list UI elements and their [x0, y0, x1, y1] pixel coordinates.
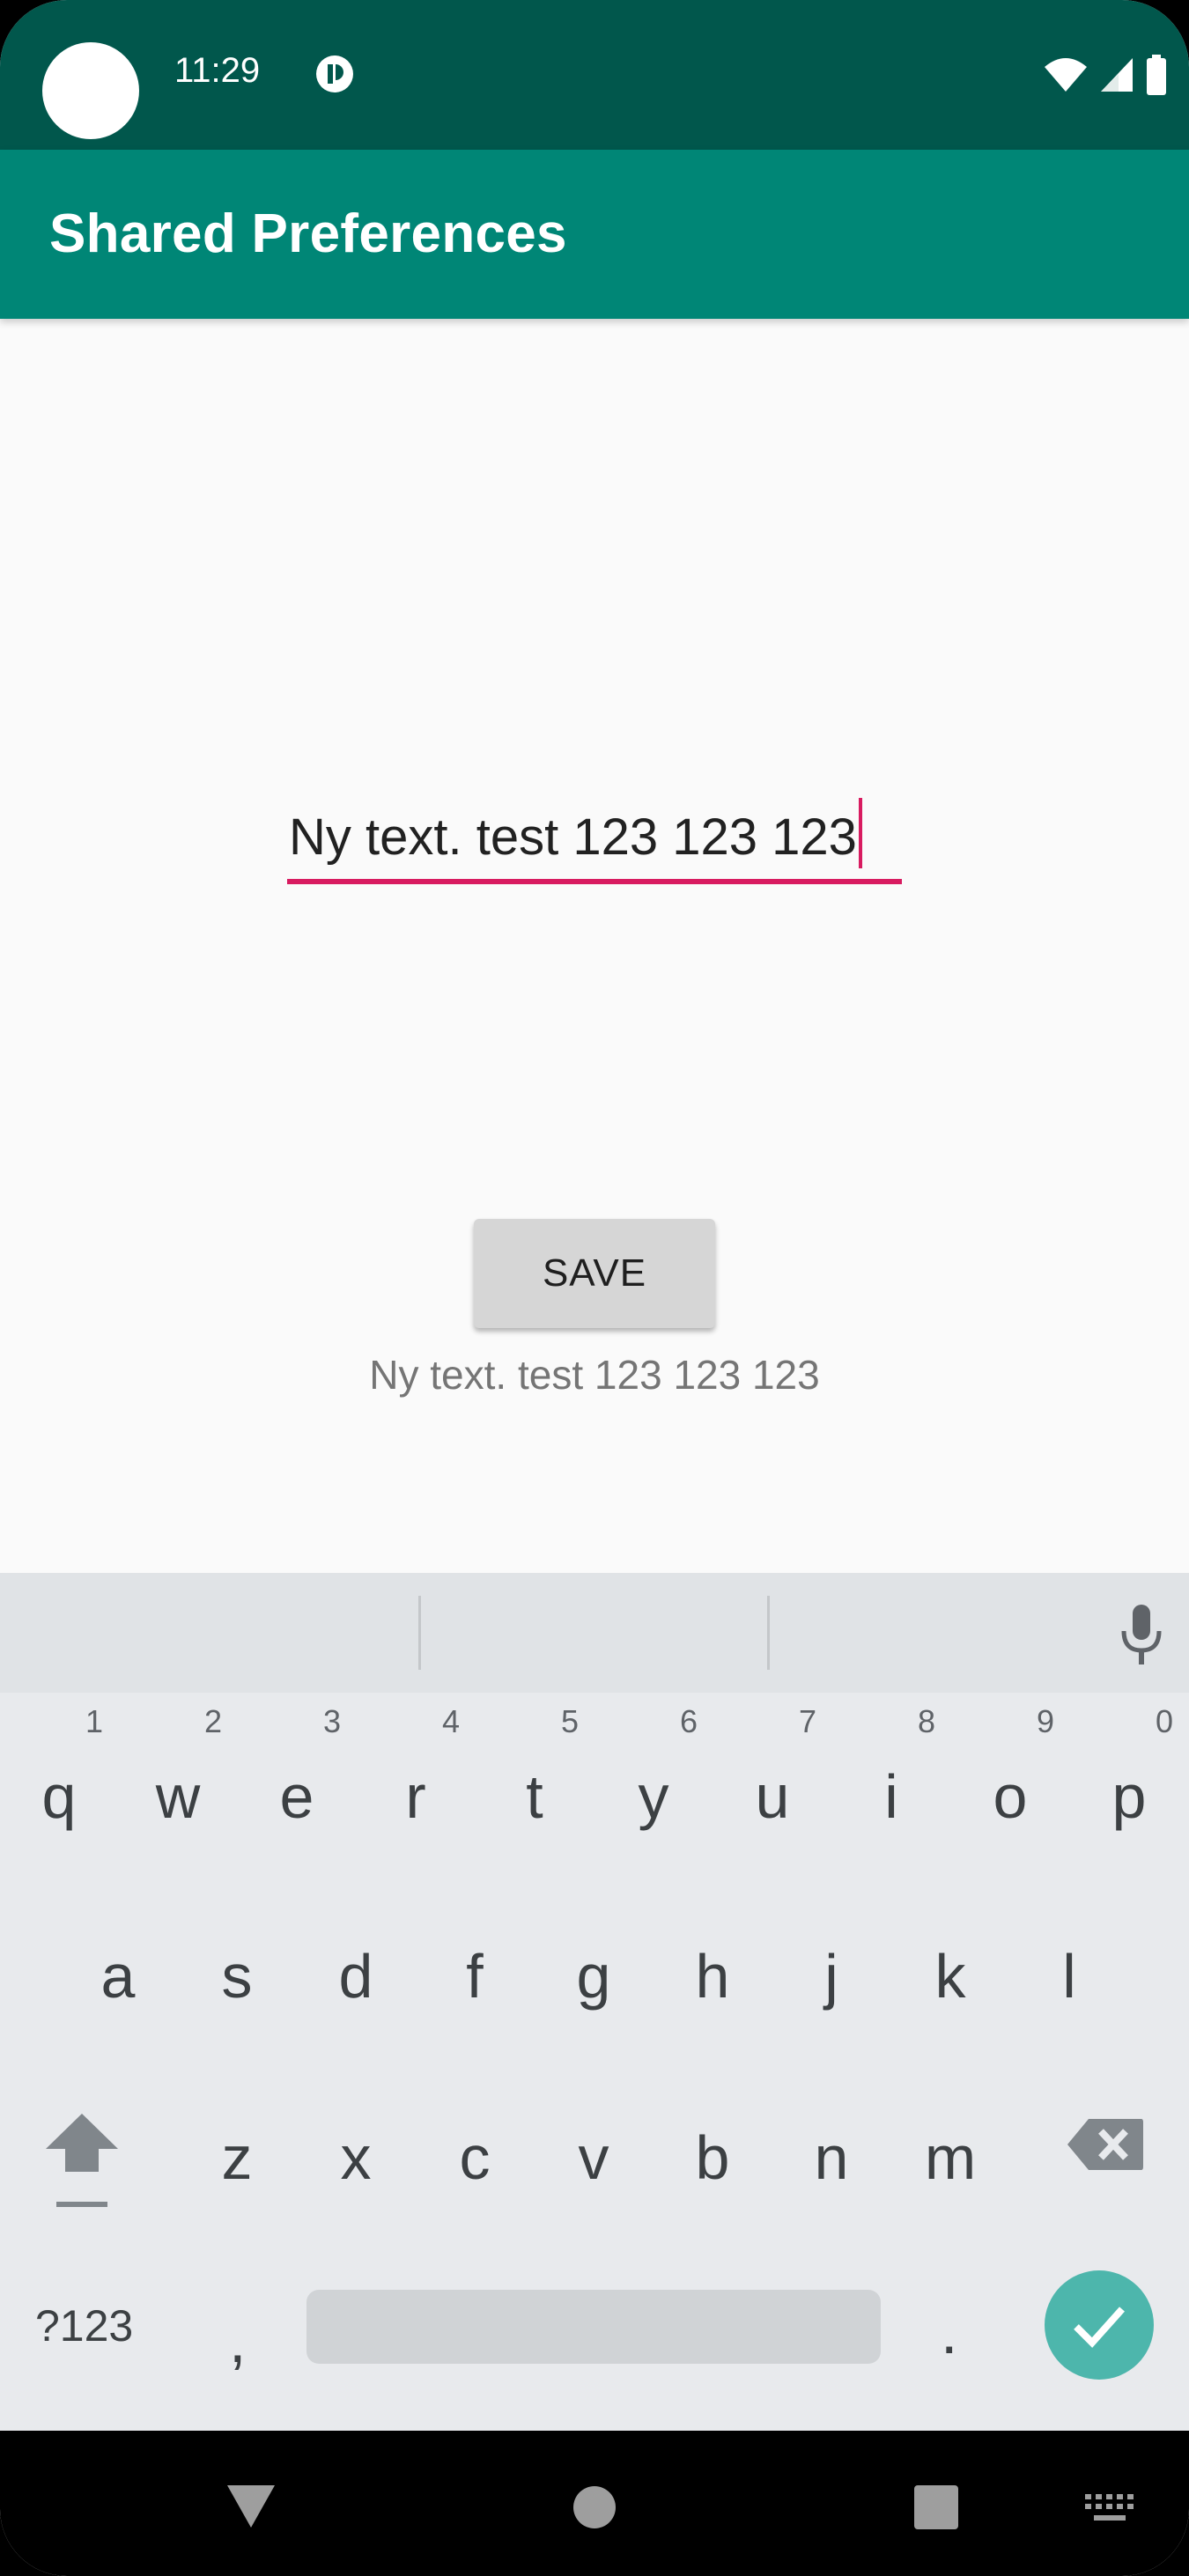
key-k[interactable]: k — [906, 1906, 994, 2038]
key-label: f — [466, 1942, 484, 2011]
key-label: l — [1062, 1942, 1076, 2011]
key-label: t — [526, 1762, 543, 1831]
key-label: w — [155, 1762, 201, 1831]
key-label: r — [405, 1762, 426, 1831]
recents-icon[interactable] — [914, 2485, 958, 2529]
key-hint: 8 — [917, 1703, 935, 1739]
phone-screen: 11:29 Shared Preferences Ny text. test 1… — [0, 0, 1189, 2576]
key-label: v — [578, 2123, 609, 2192]
text-input-underline — [287, 879, 902, 884]
key-label: o — [993, 1762, 1028, 1831]
key-y[interactable]: y6 — [609, 1703, 698, 1858]
key-e[interactable]: e3 — [253, 1703, 341, 1858]
key-label: z — [221, 2123, 253, 2192]
app-bar: Shared Preferences — [0, 150, 1189, 319]
save-button[interactable]: SAVE — [474, 1219, 715, 1328]
home-icon[interactable] — [572, 2485, 617, 2529]
key-i[interactable]: i8 — [847, 1703, 935, 1858]
key-hint: 4 — [441, 1703, 460, 1739]
key-label: c — [459, 2123, 491, 2192]
back-icon[interactable] — [225, 2484, 277, 2529]
front-camera — [42, 42, 139, 139]
spacebar[interactable] — [306, 2290, 881, 2364]
key-d[interactable]: d — [312, 1906, 400, 2038]
key-label: b — [695, 2123, 730, 2192]
comma-key[interactable]: , — [229, 2306, 246, 2376]
key-label: p — [1111, 1762, 1147, 1831]
key-g[interactable]: g — [550, 1906, 638, 2038]
suggestion-divider — [418, 1596, 421, 1670]
shift-icon[interactable] — [44, 2110, 120, 2211]
key-label: s — [221, 1942, 253, 2011]
key-u[interactable]: u7 — [728, 1703, 816, 1858]
key-f[interactable]: f — [431, 1906, 519, 2038]
key-o[interactable]: o9 — [966, 1703, 1054, 1858]
key-label: j — [824, 1942, 838, 2011]
key-hint: 2 — [203, 1703, 222, 1739]
text-input[interactable]: Ny text. test 123 123 123 — [287, 782, 902, 884]
key-hint: 1 — [85, 1703, 103, 1739]
key-hint: 0 — [1155, 1703, 1173, 1739]
key-label: k — [934, 1942, 966, 2011]
key-label: n — [814, 2123, 849, 2192]
key-label: m — [924, 2123, 977, 2192]
key-a[interactable]: a — [74, 1906, 162, 2038]
key-label: i — [884, 1762, 898, 1831]
status-bar: 11:29 — [0, 0, 1189, 150]
key-h[interactable]: h — [668, 1906, 757, 2038]
text-input-content[interactable]: Ny text. test 123 123 123 — [289, 808, 857, 866]
key-hint: 9 — [1036, 1703, 1054, 1739]
signal-icon — [1101, 58, 1133, 92]
key-label: q — [41, 1762, 77, 1831]
notification-icon — [316, 55, 353, 92]
key-hint: 3 — [322, 1703, 341, 1739]
key-l[interactable]: l — [1025, 1906, 1113, 2038]
key-label: x — [340, 2123, 372, 2192]
key-r[interactable]: r4 — [372, 1703, 460, 1858]
key-hint: 5 — [560, 1703, 579, 1739]
symbols-key[interactable]: ?123 — [35, 2300, 133, 2351]
key-n[interactable]: n — [787, 2087, 875, 2219]
backspace-icon[interactable] — [1066, 2117, 1145, 2172]
key-z[interactable]: z — [193, 2087, 281, 2219]
wifi-icon — [1045, 58, 1087, 92]
text-input-value[interactable]: Ny text. test 123 123 123 — [289, 798, 862, 868]
key-b[interactable]: b — [668, 2087, 757, 2219]
battery-icon — [1147, 55, 1166, 95]
key-label: u — [755, 1762, 790, 1831]
key-label: y — [638, 1762, 669, 1831]
key-hint: 7 — [798, 1703, 816, 1739]
key-q[interactable]: q1 — [15, 1703, 103, 1858]
key-label: e — [279, 1762, 314, 1831]
text-cursor — [858, 798, 862, 868]
key-label: d — [338, 1942, 373, 2011]
key-v[interactable]: v — [550, 2087, 638, 2219]
key-c[interactable]: c — [431, 2087, 519, 2219]
done-key[interactable] — [1045, 2270, 1154, 2380]
key-p[interactable]: p0 — [1085, 1703, 1173, 1858]
saved-text-output: Ny text. test 123 123 123 — [369, 1352, 820, 1398]
key-hint: 6 — [679, 1703, 698, 1739]
key-label: a — [100, 1942, 136, 2011]
key-w[interactable]: w2 — [134, 1703, 222, 1858]
period-key[interactable]: . — [941, 2297, 957, 2367]
key-s[interactable]: s — [193, 1906, 281, 2038]
suggestion-divider — [767, 1596, 770, 1670]
key-label: g — [576, 1942, 611, 2011]
key-x[interactable]: x — [312, 2087, 400, 2219]
app-title: Shared Preferences — [49, 203, 567, 264]
key-label: h — [695, 1942, 730, 2011]
mic-icon[interactable] — [1117, 1603, 1166, 1666]
status-icons — [1043, 55, 1168, 95]
status-time: 11:29 — [174, 51, 261, 90]
key-j[interactable]: j — [787, 1906, 875, 2038]
suggestion-strip — [0, 1573, 1189, 1693]
key-t[interactable]: t5 — [491, 1703, 579, 1858]
keyboard-switch-icon[interactable] — [1085, 2494, 1134, 2524]
key-m[interactable]: m — [906, 2087, 994, 2219]
navigation-bar — [0, 2431, 1189, 2576]
check-icon — [1074, 2307, 1125, 2348]
